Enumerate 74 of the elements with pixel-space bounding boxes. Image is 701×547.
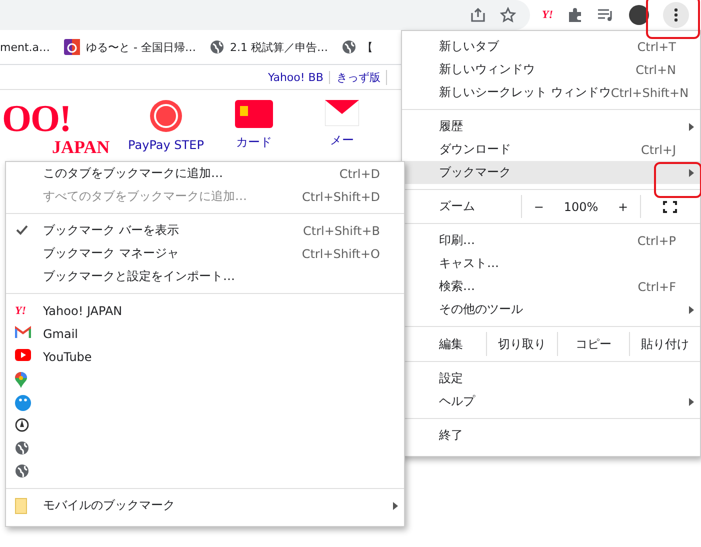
service-link[interactable]: PayPay STEP — [128, 138, 204, 152]
shortcut-text: Ctrl+J — [641, 142, 676, 156]
app-icon — [64, 39, 80, 55]
share-icon[interactable] — [470, 7, 486, 23]
menu-item[interactable]: ブックマークと設定をインポート… — [6, 265, 404, 288]
extension-button[interactable]: Y! — [542, 9, 553, 21]
menu-item[interactable]: 設定 — [402, 367, 700, 390]
shortcut-text: Ctrl+P — [637, 234, 676, 248]
bookmark-link[interactable]: ment.a… — [0, 40, 50, 54]
page-link[interactable]: Yahoo! BB — [262, 70, 330, 84]
yahoo-logo: Y! — [15, 305, 26, 317]
play-icon — [15, 349, 31, 361]
menu-item[interactable]: ダウンロード Ctrl+J — [402, 138, 700, 161]
zoom-in-button[interactable]: + — [614, 200, 632, 214]
envelope-icon — [15, 326, 31, 338]
menu-item[interactable]: Y! Yahoo! JAPAN — [6, 299, 404, 322]
menu-item[interactable]: ブックマーク マネージャ Ctrl+Shift+O — [6, 242, 404, 265]
puzzle-icon[interactable] — [567, 7, 583, 23]
avatar[interactable] — [629, 5, 649, 25]
menu-item[interactable]: 新しいウィンドウ Ctrl+N — [402, 58, 700, 81]
menu-item[interactable]: このタブをブックマークに追加… Ctrl+D — [6, 162, 404, 185]
menu-item[interactable]: 印刷… Ctrl+P — [402, 229, 700, 252]
menu-icon — [674, 8, 678, 22]
bookmark-link[interactable]: 【 — [362, 40, 373, 54]
bookmark-link[interactable]: ゆる〜と - 全国日帰… — [86, 40, 196, 54]
menu-item[interactable]: ブックマーク バーを表示 Ctrl+Shift+B — [6, 219, 404, 242]
envelope-icon — [325, 100, 359, 126]
media-queue-icon[interactable] — [597, 8, 615, 22]
shortcut-text: Ctrl+N — [636, 62, 676, 76]
zoom-out-button[interactable]: − — [530, 200, 548, 214]
shortcut-text: Ctrl+Shift+N — [610, 86, 689, 100]
compass-icon — [15, 418, 29, 432]
menu-item[interactable]: Gmail — [6, 322, 404, 345]
zoom-label: ズーム — [438, 198, 476, 215]
bookmark-link[interactable]: 2.1 税試算／申告… — [230, 40, 328, 54]
card-icon — [235, 100, 273, 128]
menu-item[interactable]: YouTube — [6, 345, 404, 368]
shortcut-text: Ctrl+Shift+O — [302, 246, 380, 260]
globe-icon — [210, 40, 224, 54]
edit-label: 編集 — [438, 336, 464, 352]
menu-item[interactable]: キャスト… — [402, 252, 700, 275]
service-link[interactable]: メー — [330, 132, 354, 149]
service-link[interactable]: カード — [236, 134, 272, 151]
logo-text[interactable]: JAPAN — [2, 138, 118, 156]
zoom-value: 100% — [564, 200, 598, 214]
page-link[interactable]: きっず版 — [330, 70, 388, 84]
menu-item[interactable]: 新しいタブ Ctrl+T — [402, 35, 700, 58]
edit-button[interactable]: 貼り付け — [628, 332, 700, 356]
menu-item[interactable]: 終了 — [402, 424, 700, 447]
logo-text[interactable]: OO! — [2, 100, 118, 138]
menu-item[interactable]: 履歴 — [402, 115, 700, 138]
menu-button[interactable] — [663, 2, 689, 28]
shortcut-text: Ctrl+T — [637, 40, 676, 54]
round-face-icon — [15, 395, 31, 411]
folder-icon — [15, 498, 27, 514]
shortcut-text: Ctrl+Shift+B — [303, 224, 380, 238]
globe-icon — [15, 441, 29, 455]
highlight-outline — [654, 162, 701, 198]
map-pin-icon — [15, 372, 27, 388]
paypay-icon — [150, 100, 182, 132]
menu-item[interactable]: 検索… Ctrl+F — [402, 275, 700, 298]
shortcut-text: Ctrl+D — [339, 166, 380, 180]
menu-item[interactable]: モバイルのブックマーク — [6, 494, 404, 517]
fullscreen-icon[interactable] — [663, 200, 677, 212]
star-icon[interactable] — [500, 7, 516, 23]
shortcut-text: Ctrl+F — [638, 280, 676, 294]
menu-item[interactable]: ブックマーク — [402, 161, 700, 184]
globe-icon — [342, 40, 356, 54]
menu-item[interactable]: 新しいシークレット ウィンドウCtrl+Shift+N — [402, 81, 700, 104]
menu-item[interactable]: その他のツール — [402, 298, 700, 321]
highlight-outline — [646, 0, 700, 39]
globe-icon — [15, 464, 29, 478]
shortcut-text: Ctrl+Shift+D — [302, 190, 380, 204]
menu-item[interactable]: ヘルプ — [402, 390, 700, 413]
